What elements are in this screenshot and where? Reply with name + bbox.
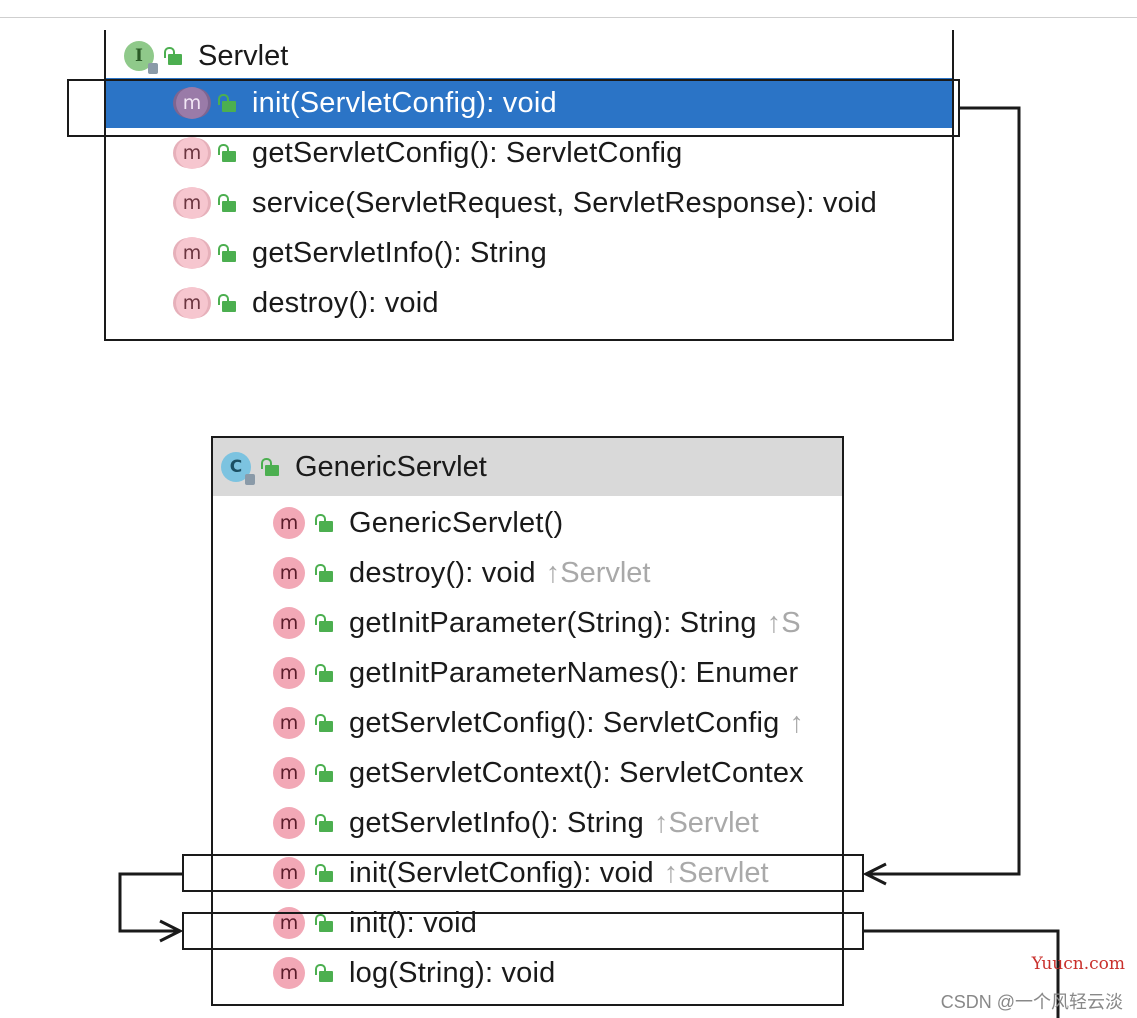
- watermark-author: CSDN @一个风轻云淡: [940, 992, 1123, 1012]
- connector-arrows: [118, 106, 1060, 1018]
- arrow-servlet-init-to-generic-init: [866, 106, 1021, 876]
- arrow-init-config-to-init: [118, 872, 182, 933]
- watermark-site: Yuucn.com: [1031, 954, 1125, 974]
